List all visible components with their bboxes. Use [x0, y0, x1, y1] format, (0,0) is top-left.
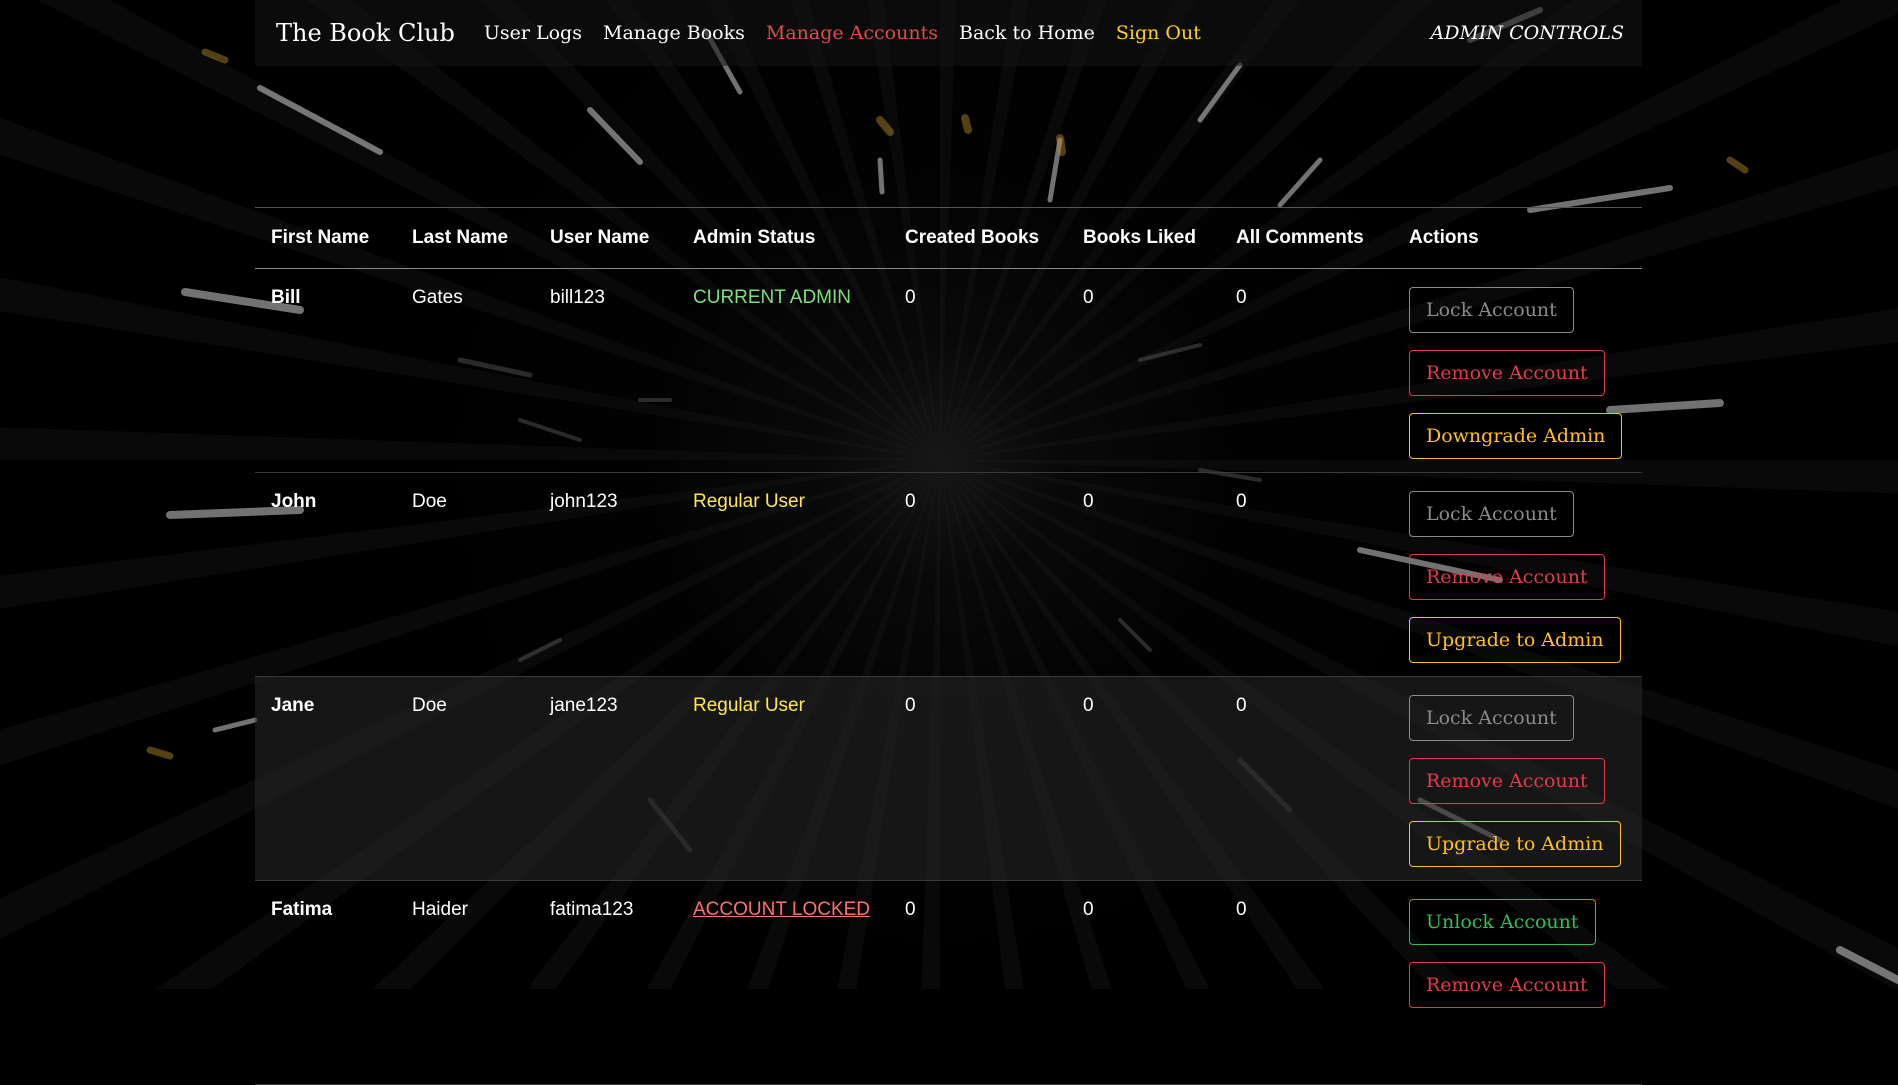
- lock-account-button[interactable]: Lock Account: [1409, 491, 1574, 537]
- cell-created-books: 0: [889, 268, 1067, 473]
- cell-books-liked: 0: [1067, 268, 1220, 473]
- cell-admin-status: CURRENT ADMIN: [677, 268, 889, 473]
- cell-user-name: jane123: [534, 676, 677, 881]
- upgrade-admin-button[interactable]: Upgrade to Admin: [1409, 821, 1621, 867]
- cell-all-comments: 0: [1220, 268, 1393, 473]
- cell-all-comments: 0: [1220, 676, 1393, 881]
- cell-last-name: Haider: [396, 880, 534, 1085]
- cell-created-books: 0: [889, 472, 1067, 677]
- navbar: The Book Club User Logs Manage Books Man…: [255, 0, 1642, 66]
- page-container: The Book Club User Logs Manage Books Man…: [255, 0, 1642, 1085]
- cell-first-name: Jane: [255, 676, 396, 881]
- lock-account-button[interactable]: Lock Account: [1409, 287, 1574, 333]
- cell-last-name: Gates: [396, 268, 534, 473]
- nav-manage-accounts[interactable]: Manage Accounts: [766, 22, 938, 44]
- nav-sign-out[interactable]: Sign Out: [1116, 22, 1201, 44]
- header-admin-status: Admin Status: [677, 207, 889, 269]
- cell-actions: Lock Account Remove Account Downgrade Ad…: [1393, 268, 1642, 473]
- table-row: John Doe john123 Regular User 0 0 0 Lock…: [255, 472, 1642, 677]
- cell-admin-status[interactable]: ACCOUNT LOCKED: [677, 880, 889, 1085]
- upgrade-admin-button[interactable]: Upgrade to Admin: [1409, 617, 1621, 663]
- lock-account-button[interactable]: Lock Account: [1409, 695, 1574, 741]
- account-locked-link[interactable]: ACCOUNT LOCKED: [693, 899, 870, 920]
- cell-books-liked: 0: [1067, 880, 1220, 1085]
- table-row: Fatima Haider fatima123 ACCOUNT LOCKED 0…: [255, 880, 1642, 1085]
- nav-user-logs[interactable]: User Logs: [484, 22, 582, 44]
- table-row: Bill Gates bill123 CURRENT ADMIN 0 0 0 L…: [255, 268, 1642, 473]
- table-row: Jane Doe jane123 Regular User 0 0 0 Lock…: [255, 676, 1642, 881]
- remove-account-button[interactable]: Remove Account: [1409, 350, 1605, 396]
- remove-account-button[interactable]: Remove Account: [1409, 758, 1605, 804]
- cell-user-name: bill123: [534, 268, 677, 473]
- unlock-account-button[interactable]: Unlock Account: [1409, 899, 1596, 945]
- brand-link[interactable]: The Book Club: [276, 19, 455, 47]
- cell-admin-status: Regular User: [677, 472, 889, 677]
- cell-books-liked: 0: [1067, 676, 1220, 881]
- nav-back-to-home[interactable]: Back to Home: [959, 22, 1095, 44]
- cell-books-liked: 0: [1067, 472, 1220, 677]
- cell-last-name: Doe: [396, 472, 534, 677]
- remove-account-button[interactable]: Remove Account: [1409, 554, 1605, 600]
- cell-created-books: 0: [889, 676, 1067, 881]
- header-all-comments: All Comments: [1220, 207, 1393, 269]
- cell-actions: Unlock Account Remove Account: [1393, 880, 1642, 1085]
- nav-manage-books[interactable]: Manage Books: [603, 22, 745, 44]
- cell-user-name: fatima123: [534, 880, 677, 1085]
- cell-first-name: John: [255, 472, 396, 677]
- header-books-liked: Books Liked: [1067, 207, 1220, 269]
- cell-first-name: Bill: [255, 268, 396, 473]
- header-actions: Actions: [1393, 207, 1642, 269]
- downgrade-admin-button[interactable]: Downgrade Admin: [1409, 413, 1623, 459]
- cell-actions: Lock Account Remove Account Upgrade to A…: [1393, 676, 1642, 881]
- admin-controls-label: ADMIN CONTROLS: [1430, 22, 1624, 44]
- header-user-name: User Name: [534, 207, 677, 269]
- cell-actions: Lock Account Remove Account Upgrade to A…: [1393, 472, 1642, 677]
- cell-last-name: Doe: [396, 676, 534, 881]
- header-created-books: Created Books: [889, 207, 1067, 269]
- cell-admin-status: Regular User: [677, 676, 889, 881]
- header-first-name: First Name: [255, 207, 396, 269]
- cell-created-books: 0: [889, 880, 1067, 1085]
- remove-account-button[interactable]: Remove Account: [1409, 962, 1605, 1008]
- cell-all-comments: 0: [1220, 472, 1393, 677]
- cell-all-comments: 0: [1220, 880, 1393, 1085]
- accounts-table: First Name Last Name User Name Admin Sta…: [255, 207, 1642, 1085]
- cell-user-name: john123: [534, 472, 677, 677]
- cell-first-name: Fatima: [255, 880, 396, 1085]
- table-header-row: First Name Last Name User Name Admin Sta…: [255, 207, 1642, 269]
- header-last-name: Last Name: [396, 207, 534, 269]
